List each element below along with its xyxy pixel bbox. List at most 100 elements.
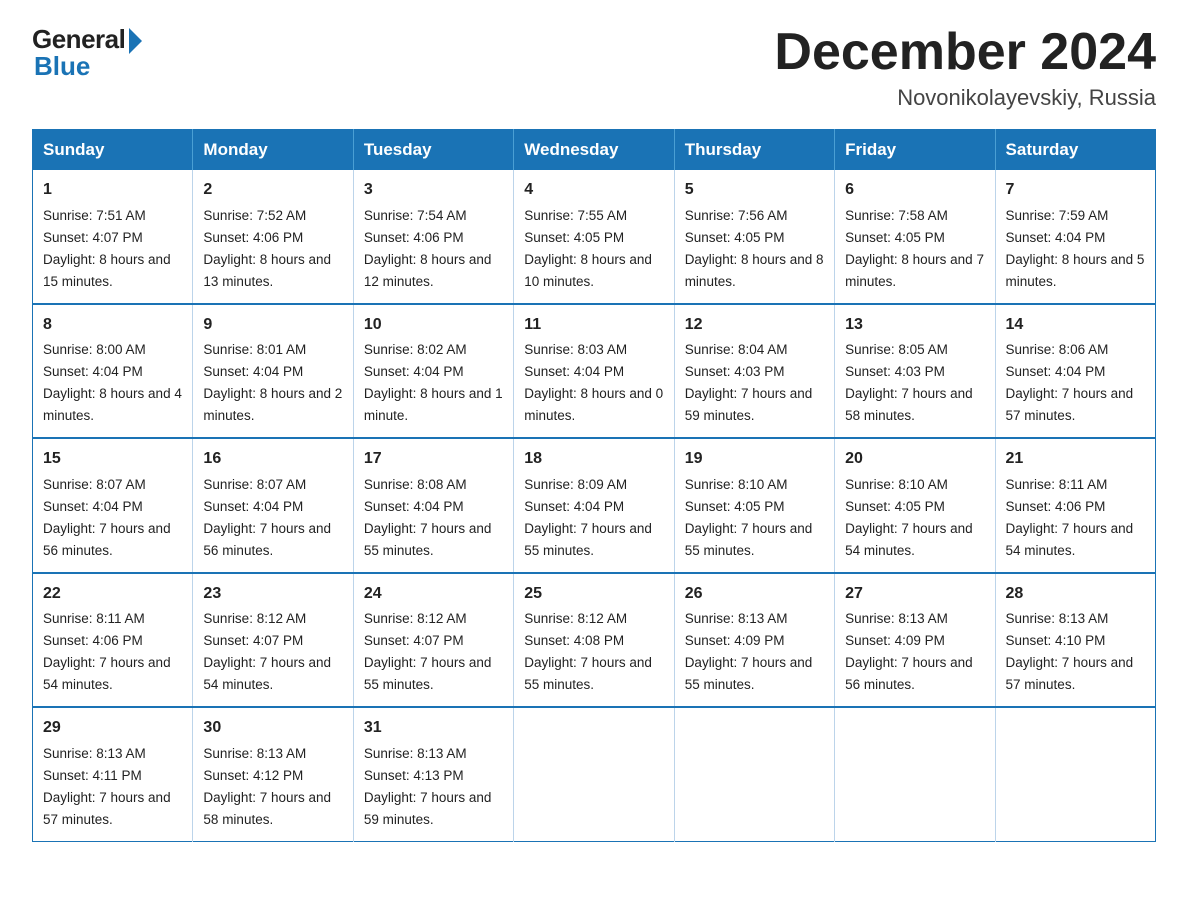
logo-arrow-icon — [129, 28, 142, 54]
day-number: 15 — [43, 447, 182, 472]
calendar-day-cell: 16 Sunrise: 8:07 AMSunset: 4:04 PMDayligh… — [193, 438, 353, 572]
day-number: 14 — [1006, 313, 1145, 338]
calendar-day-cell: 30 Sunrise: 8:13 AMSunset: 4:12 PMDayligh… — [193, 707, 353, 841]
calendar-day-cell: 12 Sunrise: 8:04 AMSunset: 4:03 PMDayligh… — [674, 304, 834, 438]
calendar-day-cell: 31 Sunrise: 8:13 AMSunset: 4:13 PMDayligh… — [353, 707, 513, 841]
day-info: Sunrise: 8:05 AMSunset: 4:03 PMDaylight:… — [845, 342, 973, 423]
day-info: Sunrise: 8:03 AMSunset: 4:04 PMDaylight:… — [524, 342, 663, 423]
day-info: Sunrise: 7:55 AMSunset: 4:05 PMDaylight:… — [524, 208, 652, 289]
calendar-day-cell: 21 Sunrise: 8:11 AMSunset: 4:06 PMDayligh… — [995, 438, 1155, 572]
day-info: Sunrise: 7:58 AMSunset: 4:05 PMDaylight:… — [845, 208, 984, 289]
day-info: Sunrise: 7:56 AMSunset: 4:05 PMDaylight:… — [685, 208, 824, 289]
calendar-day-cell: 25 Sunrise: 8:12 AMSunset: 4:08 PMDayligh… — [514, 573, 674, 707]
calendar-day-cell: 22Sunrise: 8:11 AMSunset: 4:06 PMDayligh… — [33, 573, 193, 707]
weekday-header-row: SundayMondayTuesdayWednesdayThursdayFrid… — [33, 130, 1156, 171]
day-info: Sunrise: 8:10 AMSunset: 4:05 PMDaylight:… — [845, 477, 973, 558]
day-number: 18 — [524, 447, 663, 472]
location-text: Novonikolayevskiy, Russia — [774, 85, 1156, 111]
calendar-day-cell: 27 Sunrise: 8:13 AMSunset: 4:09 PMDayligh… — [835, 573, 995, 707]
day-info: Sunrise: 7:59 AMSunset: 4:04 PMDaylight:… — [1006, 208, 1145, 289]
logo: General Blue — [32, 24, 142, 82]
day-number: 6 — [845, 178, 984, 203]
day-number: 1 — [43, 178, 182, 203]
calendar-week-row: 1 Sunrise: 7:51 AMSunset: 4:07 PMDaylight… — [33, 170, 1156, 303]
day-number: 24 — [364, 582, 503, 607]
day-number: 28 — [1006, 582, 1145, 607]
calendar-day-cell: 26Sunrise: 8:13 AMSunset: 4:09 PMDayligh… — [674, 573, 834, 707]
day-info: Sunrise: 8:13 AMSunset: 4:12 PMDaylight:… — [203, 746, 331, 827]
day-number: 20 — [845, 447, 984, 472]
calendar-day-cell: 1 Sunrise: 7:51 AMSunset: 4:07 PMDaylight… — [33, 170, 193, 303]
day-number: 30 — [203, 716, 342, 741]
calendar-day-cell: 15 Sunrise: 8:07 AMSunset: 4:04 PMDayligh… — [33, 438, 193, 572]
day-info: Sunrise: 7:51 AMSunset: 4:07 PMDaylight:… — [43, 208, 171, 289]
calendar-day-cell: 4Sunrise: 7:55 AMSunset: 4:05 PMDaylight… — [514, 170, 674, 303]
day-number: 12 — [685, 313, 824, 338]
calendar-day-cell: 23Sunrise: 8:12 AMSunset: 4:07 PMDayligh… — [193, 573, 353, 707]
day-info: Sunrise: 8:08 AMSunset: 4:04 PMDaylight:… — [364, 477, 492, 558]
calendar-day-cell: 29Sunrise: 8:13 AMSunset: 4:11 PMDayligh… — [33, 707, 193, 841]
calendar-day-cell — [835, 707, 995, 841]
calendar-day-cell: 17 Sunrise: 8:08 AMSunset: 4:04 PMDayligh… — [353, 438, 513, 572]
page-header: General Blue December 2024 Novonikolayev… — [32, 24, 1156, 111]
day-number: 10 — [364, 313, 503, 338]
day-number: 2 — [203, 178, 342, 203]
calendar-day-cell: 5 Sunrise: 7:56 AMSunset: 4:05 PMDaylight… — [674, 170, 834, 303]
weekday-header-tuesday: Tuesday — [353, 130, 513, 171]
calendar-day-cell: 6 Sunrise: 7:58 AMSunset: 4:05 PMDaylight… — [835, 170, 995, 303]
day-info: Sunrise: 8:13 AMSunset: 4:10 PMDaylight:… — [1006, 611, 1134, 692]
day-number: 21 — [1006, 447, 1145, 472]
logo-blue-text: Blue — [32, 51, 90, 82]
calendar-day-cell: 19Sunrise: 8:10 AMSunset: 4:05 PMDayligh… — [674, 438, 834, 572]
day-info: Sunrise: 8:13 AMSunset: 4:11 PMDaylight:… — [43, 746, 171, 827]
calendar-day-cell: 10 Sunrise: 8:02 AMSunset: 4:04 PMDayligh… — [353, 304, 513, 438]
day-info: Sunrise: 8:13 AMSunset: 4:09 PMDaylight:… — [845, 611, 973, 692]
day-info: Sunrise: 8:10 AMSunset: 4:05 PMDaylight:… — [685, 477, 813, 558]
weekday-header-wednesday: Wednesday — [514, 130, 674, 171]
day-info: Sunrise: 8:02 AMSunset: 4:04 PMDaylight:… — [364, 342, 503, 423]
day-number: 31 — [364, 716, 503, 741]
calendar-day-cell: 11 Sunrise: 8:03 AMSunset: 4:04 PMDayligh… — [514, 304, 674, 438]
weekday-header-sunday: Sunday — [33, 130, 193, 171]
calendar-day-cell — [995, 707, 1155, 841]
day-info: Sunrise: 8:11 AMSunset: 4:06 PMDaylight:… — [43, 611, 171, 692]
calendar-day-cell: 28 Sunrise: 8:13 AMSunset: 4:10 PMDayligh… — [995, 573, 1155, 707]
day-info: Sunrise: 8:00 AMSunset: 4:04 PMDaylight:… — [43, 342, 182, 423]
day-info: Sunrise: 8:07 AMSunset: 4:04 PMDaylight:… — [203, 477, 331, 558]
day-info: Sunrise: 8:06 AMSunset: 4:04 PMDaylight:… — [1006, 342, 1134, 423]
day-info: Sunrise: 8:09 AMSunset: 4:04 PMDaylight:… — [524, 477, 652, 558]
day-number: 27 — [845, 582, 984, 607]
calendar-week-row: 22Sunrise: 8:11 AMSunset: 4:06 PMDayligh… — [33, 573, 1156, 707]
day-info: Sunrise: 8:07 AMSunset: 4:04 PMDaylight:… — [43, 477, 171, 558]
calendar-day-cell: 2Sunrise: 7:52 AMSunset: 4:06 PMDaylight… — [193, 170, 353, 303]
day-number: 16 — [203, 447, 342, 472]
calendar-day-cell: 18 Sunrise: 8:09 AMSunset: 4:04 PMDayligh… — [514, 438, 674, 572]
calendar-day-cell: 9Sunrise: 8:01 AMSunset: 4:04 PMDaylight… — [193, 304, 353, 438]
weekday-header-saturday: Saturday — [995, 130, 1155, 171]
day-info: Sunrise: 8:04 AMSunset: 4:03 PMDaylight:… — [685, 342, 813, 423]
title-block: December 2024 Novonikolayevskiy, Russia — [774, 24, 1156, 111]
day-info: Sunrise: 8:13 AMSunset: 4:09 PMDaylight:… — [685, 611, 813, 692]
day-info: Sunrise: 8:12 AMSunset: 4:08 PMDaylight:… — [524, 611, 652, 692]
day-info: Sunrise: 8:11 AMSunset: 4:06 PMDaylight:… — [1006, 477, 1134, 558]
weekday-header-friday: Friday — [835, 130, 995, 171]
calendar-table: SundayMondayTuesdayWednesdayThursdayFrid… — [32, 129, 1156, 841]
calendar-day-cell: 24 Sunrise: 8:12 AMSunset: 4:07 PMDayligh… — [353, 573, 513, 707]
day-info: Sunrise: 8:13 AMSunset: 4:13 PMDaylight:… — [364, 746, 492, 827]
day-number: 5 — [685, 178, 824, 203]
day-number: 13 — [845, 313, 984, 338]
day-number: 9 — [203, 313, 342, 338]
day-number: 11 — [524, 313, 663, 338]
day-number: 25 — [524, 582, 663, 607]
calendar-day-cell — [514, 707, 674, 841]
calendar-day-cell: 3Sunrise: 7:54 AMSunset: 4:06 PMDaylight… — [353, 170, 513, 303]
day-info: Sunrise: 7:54 AMSunset: 4:06 PMDaylight:… — [364, 208, 492, 289]
calendar-week-row: 15 Sunrise: 8:07 AMSunset: 4:04 PMDayligh… — [33, 438, 1156, 572]
day-info: Sunrise: 8:12 AMSunset: 4:07 PMDaylight:… — [364, 611, 492, 692]
weekday-header-thursday: Thursday — [674, 130, 834, 171]
calendar-day-cell: 7Sunrise: 7:59 AMSunset: 4:04 PMDaylight… — [995, 170, 1155, 303]
day-number: 8 — [43, 313, 182, 338]
day-number: 17 — [364, 447, 503, 472]
calendar-day-cell: 13 Sunrise: 8:05 AMSunset: 4:03 PMDayligh… — [835, 304, 995, 438]
day-info: Sunrise: 8:12 AMSunset: 4:07 PMDaylight:… — [203, 611, 331, 692]
